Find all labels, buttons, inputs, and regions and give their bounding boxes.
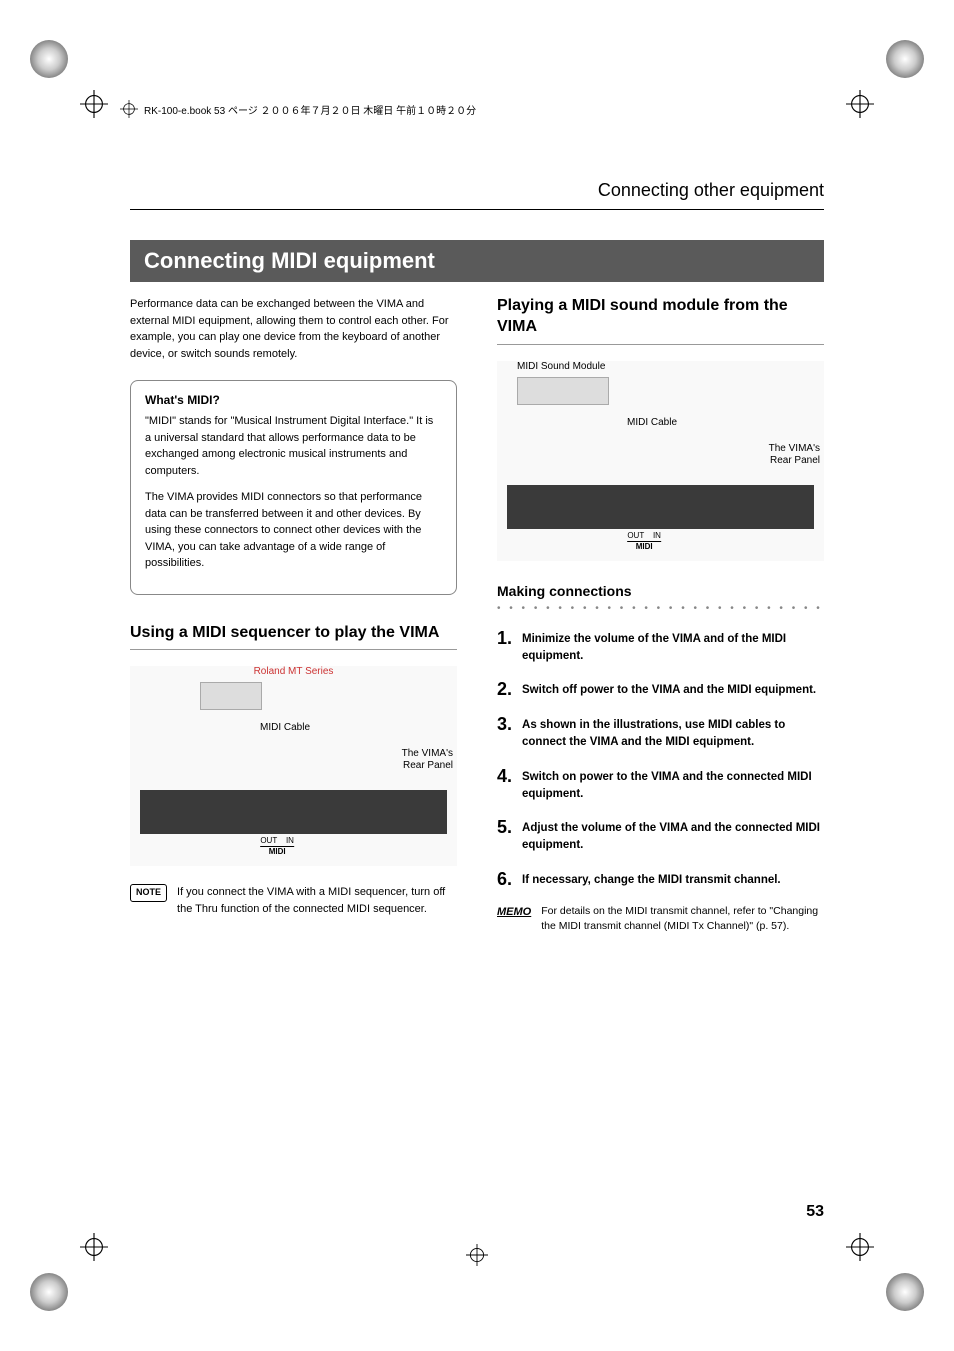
print-mark-bl	[30, 1231, 110, 1311]
print-mark-br	[844, 1231, 924, 1311]
whats-midi-box: What's MIDI? "MIDI" stands for "Musical …	[130, 380, 457, 595]
step-number: 1.	[497, 628, 512, 666]
note-tag: NOTE	[130, 884, 167, 902]
memo-text: For details on the MIDI transmit channel…	[541, 904, 824, 936]
note-row: NOTE If you connect the VIMA with a MIDI…	[130, 884, 457, 917]
step-number: 5.	[497, 817, 512, 855]
step-text: Adjust the volume of the VIMA and the co…	[522, 817, 824, 855]
memo-tag: MEMO	[497, 904, 531, 936]
step-5: 5. Adjust the volume of the VIMA and the…	[497, 817, 824, 855]
whats-midi-p2: The VIMA provides MIDI connectors so tha…	[145, 489, 442, 572]
step-number: 2.	[497, 679, 512, 700]
panel-label-1: The VIMA's	[769, 443, 820, 454]
step-number: 3.	[497, 714, 512, 752]
rear-panel	[507, 485, 814, 529]
page-number: 53	[806, 1203, 824, 1221]
step-text: As shown in the illustrations, use MIDI …	[522, 714, 824, 752]
print-mark-tl	[30, 40, 110, 120]
print-mark-tr	[844, 40, 924, 120]
diagram-top-label: MIDI Sound Module	[517, 361, 605, 372]
step-number: 4.	[497, 766, 512, 804]
device-box	[200, 682, 262, 710]
intro-paragraph: Performance data can be exchanged betwee…	[130, 296, 457, 362]
step-text: Switch off power to the VIMA and the MID…	[522, 679, 816, 700]
panel-label-2: Rear Panel	[403, 760, 453, 771]
left-subheading: Using a MIDI sequencer to play the VIMA	[130, 623, 457, 651]
step-2: 2. Switch off power to the VIMA and the …	[497, 679, 824, 700]
cable-label: MIDI Cable	[260, 722, 310, 733]
whats-midi-title: What's MIDI?	[145, 393, 442, 407]
step-4: 4. Switch on power to the VIMA and the c…	[497, 766, 824, 804]
dotted-rule: • • • • • • • • • • • • • • • • • • • • …	[497, 603, 824, 614]
section-title: Connecting MIDI equipment	[130, 240, 824, 282]
header-text: RK-100-e.book 53 ページ ２００６年７月２０日 木曜日 午前１０…	[144, 102, 476, 117]
step-6: 6. If necessary, change the MIDI transmi…	[497, 869, 824, 890]
making-connections-title: Making connections	[497, 583, 824, 599]
port-labels: OUT IN MIDI	[260, 836, 294, 856]
rule	[130, 209, 824, 210]
step-text: Switch on power to the VIMA and the conn…	[522, 766, 824, 804]
step-1: 1. Minimize the volume of the VIMA and o…	[497, 628, 824, 666]
diagram-sound-module: MIDI Sound Module MIDI Cable The VIMA's …	[497, 361, 824, 561]
device-box	[517, 377, 609, 405]
rear-panel	[140, 790, 447, 834]
note-text: If you connect the VIMA with a MIDI sequ…	[177, 884, 457, 917]
step-3: 3. As shown in the illustrations, use MI…	[497, 714, 824, 752]
panel-label-2: Rear Panel	[770, 455, 820, 466]
step-number: 6.	[497, 869, 512, 890]
diagram-sequencer: Roland MT Series MIDI Cable The VIMA's R…	[130, 666, 457, 866]
step-text: If necessary, change the MIDI transmit c…	[522, 869, 781, 890]
diagram-top-label: Roland MT Series	[130, 666, 457, 677]
cable-label: MIDI Cable	[627, 417, 677, 428]
header-book-info: RK-100-e.book 53 ページ ２００６年７月２０日 木曜日 午前１０…	[120, 100, 476, 118]
step-text: Minimize the volume of the VIMA and of t…	[522, 628, 824, 666]
port-labels: OUT IN MIDI	[627, 531, 661, 551]
whats-midi-p1: "MIDI" stands for "Musical Instrument Di…	[145, 413, 442, 479]
chapter-title: Connecting other equipment	[130, 180, 824, 201]
panel-label-1: The VIMA's	[402, 748, 453, 759]
footer-crosshair-icon	[466, 1244, 488, 1271]
memo-row: MEMO For details on the MIDI transmit ch…	[497, 904, 824, 936]
right-subheading: Playing a MIDI sound module from the VIM…	[497, 296, 824, 345]
